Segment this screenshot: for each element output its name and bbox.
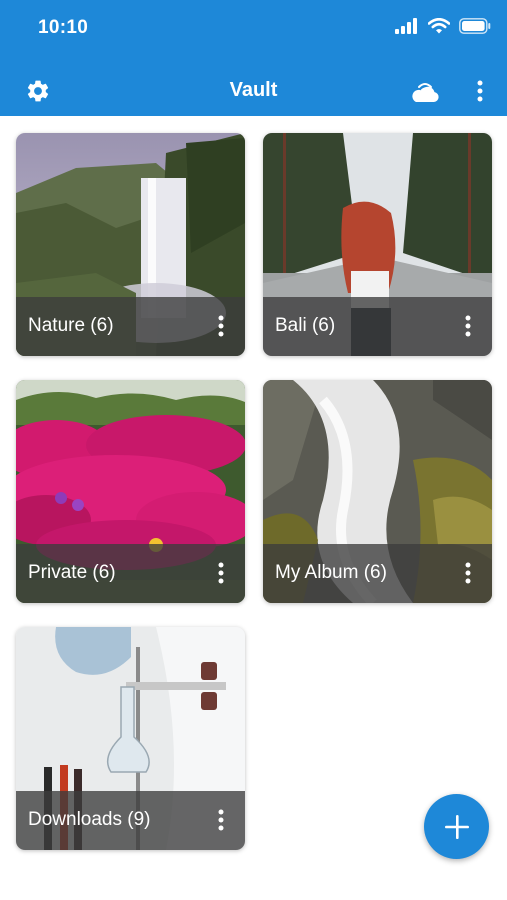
album-more-button[interactable] (207, 805, 235, 835)
more-vert-icon (218, 809, 224, 831)
album-label: Nature (6) (28, 315, 114, 336)
album-more-button[interactable] (207, 558, 235, 588)
album-caption: My Album (6) (263, 544, 492, 603)
app-header: 10:10 Vault (0, 0, 507, 116)
album-more-button[interactable] (454, 311, 482, 341)
signal-icon (395, 18, 417, 34)
cloud-sync-button[interactable] (408, 76, 442, 106)
album-more-button[interactable] (207, 311, 235, 341)
album-label: Downloads (9) (28, 809, 151, 830)
album-caption: Downloads (9) (16, 791, 245, 850)
album-card-private[interactable]: Private (6) (16, 380, 245, 603)
album-label: Bali (6) (275, 315, 336, 336)
status-time: 10:10 (38, 17, 89, 38)
more-vert-icon (465, 315, 471, 337)
more-options-button[interactable] (466, 76, 494, 106)
status-icons (395, 18, 491, 34)
album-caption: Nature (6) (16, 297, 245, 356)
album-card-my-album[interactable]: My Album (6) (263, 380, 492, 603)
album-more-button[interactable] (454, 558, 482, 588)
album-caption: Bali (6) (263, 297, 492, 356)
more-vert-icon (218, 562, 224, 584)
plus-icon (444, 814, 469, 839)
more-vert-icon (465, 562, 471, 584)
wifi-icon (428, 18, 450, 34)
battery-icon (459, 18, 491, 34)
add-album-button[interactable] (424, 794, 489, 859)
album-card-downloads[interactable]: Downloads (9) (16, 627, 245, 850)
more-vert-icon (477, 80, 483, 102)
album-label: My Album (6) (275, 562, 387, 583)
cloud-sync-icon (412, 83, 439, 102)
album-card-nature[interactable]: Nature (6) (16, 133, 245, 356)
album-label: Private (6) (28, 562, 116, 583)
album-card-bali[interactable]: Bali (6) (263, 133, 492, 356)
more-vert-icon (218, 315, 224, 337)
album-caption: Private (6) (16, 544, 245, 603)
